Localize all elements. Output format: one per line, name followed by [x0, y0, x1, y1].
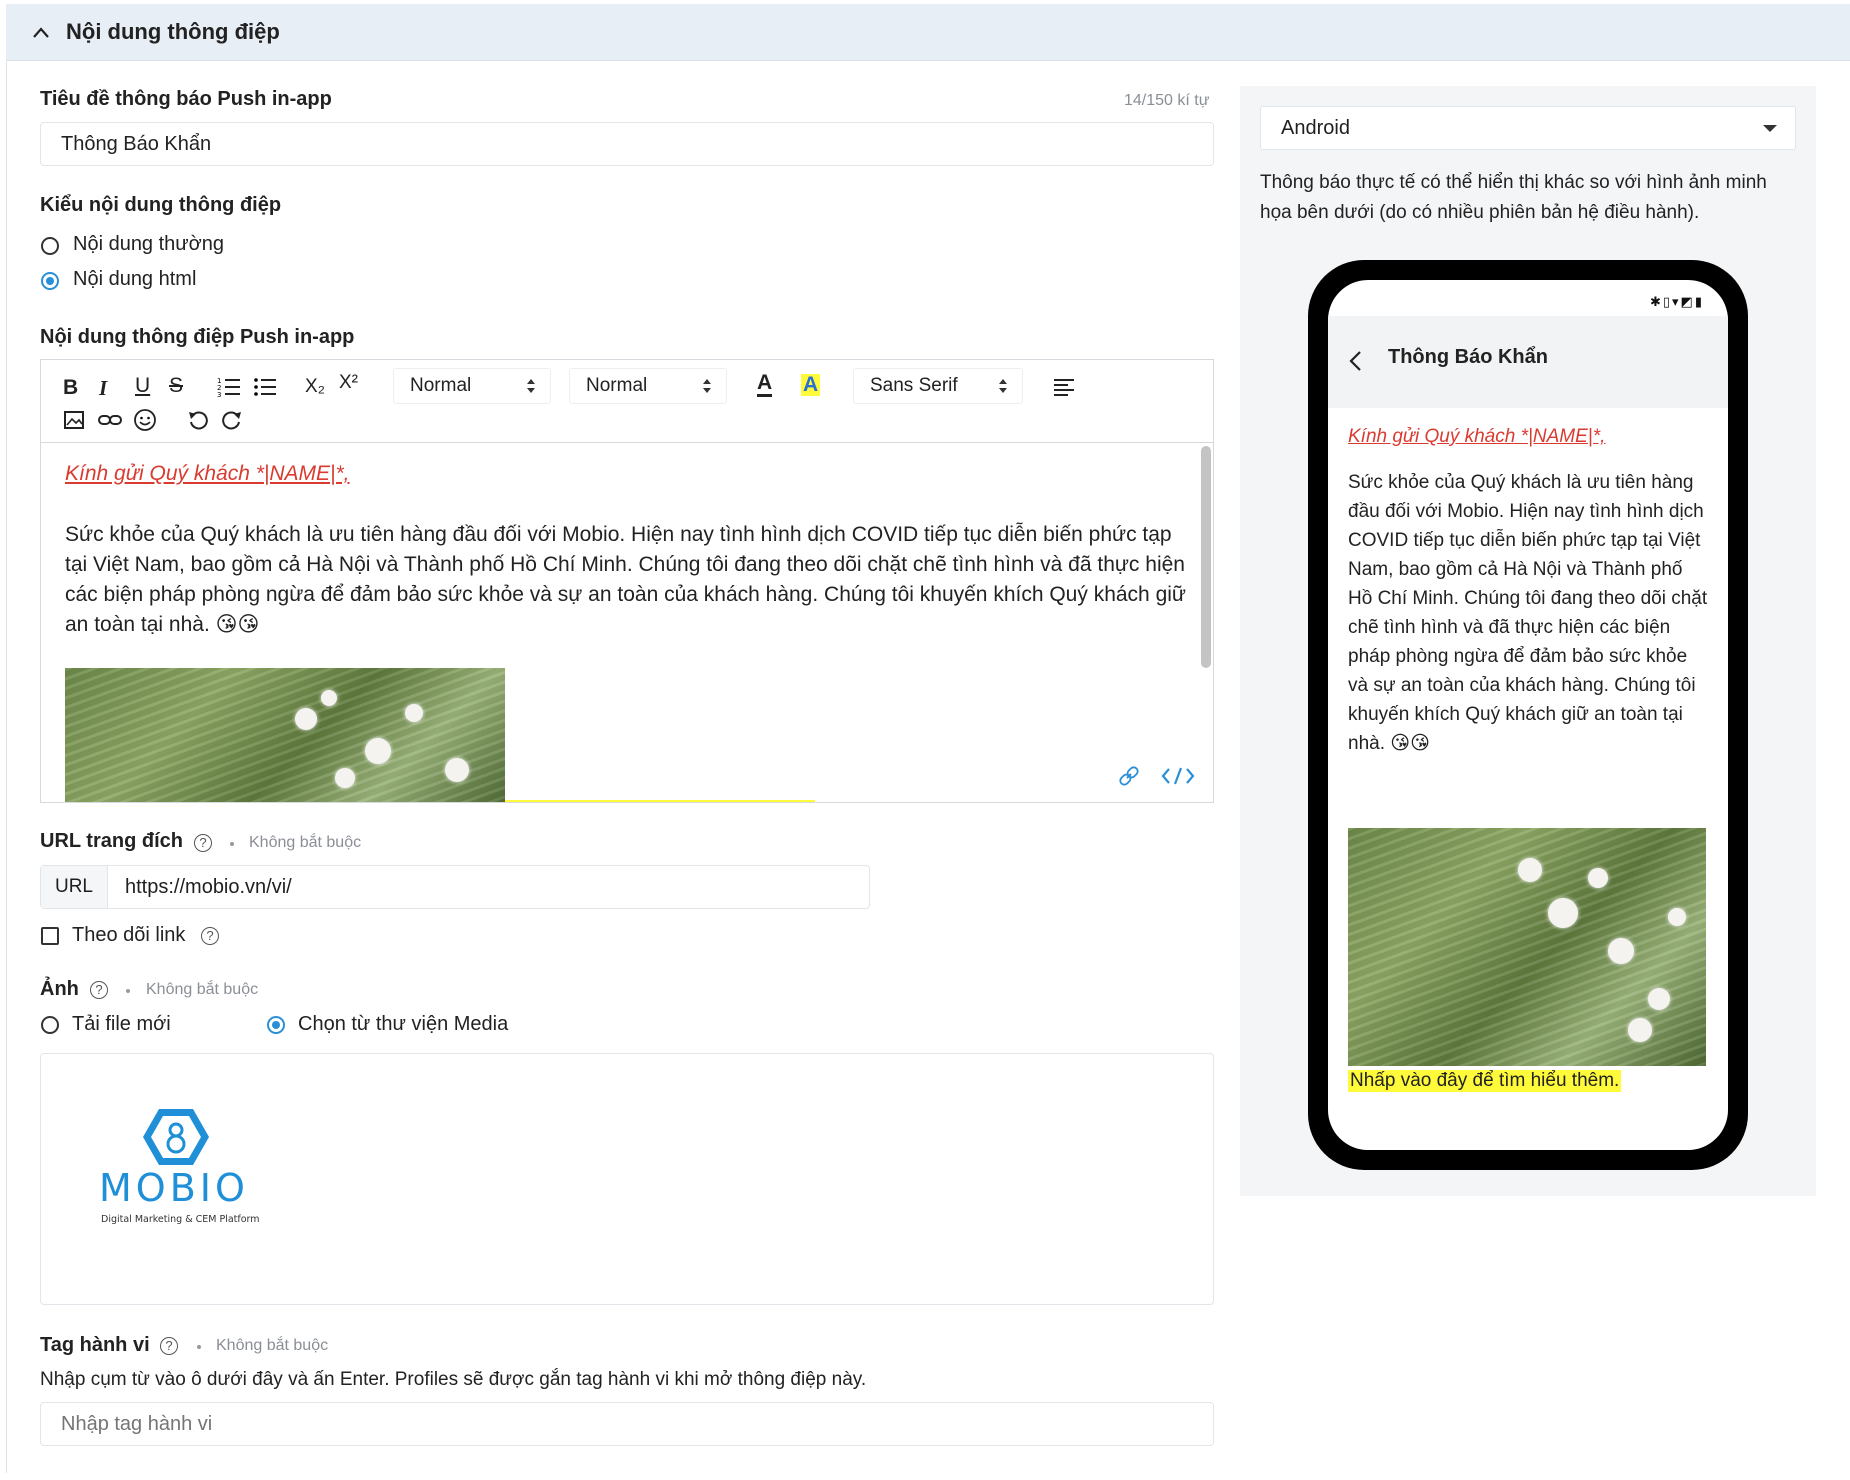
preview-photo [1348, 828, 1706, 1066]
preview-panel: Android Thông báo thực tế có thể hiển th… [1240, 86, 1816, 1196]
align-left-icon[interactable] [1053, 378, 1075, 398]
phone-screen: ✱▯▾◩▮ Thông Báo Khẩn Kính gửi Quý khách … [1328, 280, 1728, 1150]
notification-header: Thông Báo Khẩn [1328, 316, 1728, 408]
radio-media-library[interactable] [267, 1016, 285, 1034]
radio-upload-new-label: Tải file mới [72, 1013, 171, 1035]
font-select-value: Sans Serif [870, 375, 958, 396]
code-view-icon[interactable] [1161, 766, 1195, 786]
track-link-checkbox[interactable] [41, 927, 59, 945]
svg-text:3: 3 [217, 391, 221, 398]
size-select-value: Normal [410, 375, 472, 396]
separator-dot [230, 842, 234, 846]
platform-select[interactable]: Android [1260, 106, 1796, 150]
radio-upload-new[interactable] [41, 1016, 59, 1034]
radio-media-library-label: Chọn từ thư viện Media [298, 1013, 509, 1035]
platform-select-value: Android [1281, 117, 1350, 139]
subscript-button[interactable]: X₂ [305, 376, 325, 398]
title-char-counter: 14/150 kí tự [1124, 92, 1210, 109]
font-select[interactable]: Sans Serif [853, 368, 1023, 404]
url-optional-label: Không bắt buộc [249, 834, 362, 851]
url-input-group[interactable]: URL https://mobio.vn/vi/ [40, 865, 870, 909]
tag-hint: Nhập cụm từ vào ô dưới đây và ấn Enter. … [40, 1369, 867, 1390]
highlight-strip [505, 800, 815, 802]
editor-scrollbar[interactable] [1201, 446, 1211, 668]
editor-inline-photo [65, 668, 505, 802]
status-bar-icons: ✱▯▾◩▮ [1649, 294, 1704, 309]
back-arrow-icon[interactable] [1348, 350, 1364, 372]
bold-button[interactable]: B [63, 376, 78, 400]
editor-content[interactable]: Kính gửi Quý khách *|NAME|*, Sức khỏe củ… [41, 442, 1213, 802]
header-select[interactable]: Normal [569, 368, 727, 404]
title-field-label: Tiêu đề thông báo Push in-app [40, 88, 332, 110]
mobio-logo-mark [143, 1109, 209, 1165]
preview-body: Sức khỏe của Quý khách là ưu tiên hàng đ… [1348, 472, 1708, 754]
section-title: Nội dung thông điệp [66, 19, 280, 44]
url-input[interactable]: https://mobio.vn/vi/ [125, 866, 292, 908]
separator-dot [126, 989, 130, 993]
image-preview-box[interactable]: MOBIO Digital Marketing & CEM Platform [40, 1053, 1214, 1305]
editor-toolbar: B I U S 123 X₂ X² Normal Normal A A Sans… [41, 360, 1213, 443]
strike-button[interactable]: S [169, 374, 183, 398]
size-select[interactable]: Normal [393, 368, 551, 404]
header-select-value: Normal [586, 375, 648, 396]
help-icon[interactable]: ? [201, 927, 219, 945]
mobio-logo-text: MOBIO [99, 1166, 249, 1210]
help-icon[interactable]: ? [194, 834, 212, 852]
title-input[interactable]: Thông Báo Khẩn [40, 122, 1214, 166]
link-icon[interactable] [1117, 764, 1141, 788]
redo-icon[interactable] [221, 410, 243, 430]
track-link-label: Theo dõi link [72, 924, 186, 946]
content-type-label: Kiểu nội dung thông điệp [40, 194, 282, 216]
radio-plain-content-label: Nội dung thường [73, 233, 225, 255]
tag-optional-label: Không bắt buộc [216, 1337, 329, 1354]
radio-html-content[interactable] [41, 272, 59, 290]
mobio-logo-tagline: Digital Marketing & CEM Platform [101, 1214, 260, 1225]
tag-field-label: Tag hành vi [40, 1334, 150, 1356]
text-color-button[interactable]: A [757, 372, 773, 397]
separator-dot [197, 1345, 201, 1349]
select-arrows-icon [703, 379, 711, 393]
emoji-icon[interactable] [133, 408, 157, 432]
help-icon[interactable]: ? [160, 1337, 178, 1355]
superscript-button[interactable]: X² [339, 372, 358, 394]
help-icon[interactable]: ? [90, 981, 108, 999]
image-field-label: Ảnh [40, 978, 79, 1000]
radio-html-content-label: Nội dung html [73, 268, 197, 290]
image-icon[interactable] [63, 410, 85, 430]
phone-mockup: ✱▯▾◩▮ Thông Báo Khẩn Kính gửi Quý khách … [1308, 260, 1748, 1170]
link-icon[interactable] [97, 412, 123, 428]
select-arrows-icon [527, 379, 535, 393]
background-color-button[interactable]: A [801, 374, 821, 396]
editor-label: Nội dung thông điệp Push in-app [40, 326, 355, 348]
radio-plain-content[interactable] [41, 237, 59, 255]
preview-cta-link[interactable]: Nhấp vào đây để tìm hiểu thêm. [1348, 1070, 1622, 1092]
editor-body-text: Sức khỏe của Quý khách là ưu tiên hàng đ… [65, 523, 1186, 636]
tag-input[interactable] [40, 1402, 1214, 1446]
bullet-list-icon[interactable] [253, 376, 277, 398]
notification-title: Thông Báo Khẩn [1388, 346, 1548, 368]
image-optional-label: Không bắt buộc [146, 981, 259, 998]
undo-icon[interactable] [187, 410, 209, 430]
rich-text-editor[interactable]: B I U S 123 X₂ X² Normal Normal A A Sans… [40, 359, 1214, 803]
url-field-label: URL trang đích [40, 830, 183, 852]
italic-button[interactable]: I [99, 376, 107, 401]
chevron-up-icon [33, 27, 49, 38]
select-arrows-icon [999, 379, 1007, 393]
caret-down-icon [1763, 125, 1777, 132]
url-addon: URL [41, 866, 108, 908]
preview-note: Thông báo thực tế có thể hiển thị khác s… [1260, 172, 1767, 223]
editor-greeting: Kính gửi Quý khách *|NAME|*, [65, 462, 350, 485]
section-header[interactable]: Nội dung thông điệp [6, 4, 1850, 61]
preview-greeting: Kính gửi Quý khách *|NAME|*, [1348, 426, 1606, 447]
underline-button[interactable]: U [135, 374, 150, 398]
ordered-list-icon[interactable]: 123 [217, 376, 241, 398]
